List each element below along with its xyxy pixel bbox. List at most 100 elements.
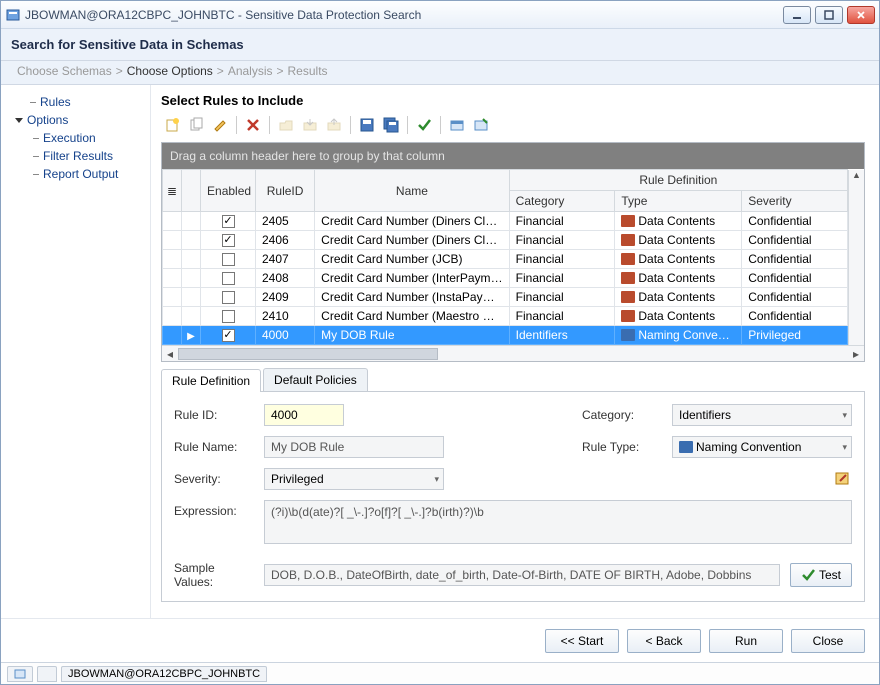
table-row[interactable]: 2408Credit Card Number (InterPayment)Fin…: [163, 269, 848, 288]
cell-type: Data Contents: [615, 212, 742, 231]
row-selector[interactable]: [163, 250, 182, 269]
table-row[interactable]: 2410Credit Card Number (Maestro Debit)Fi…: [163, 307, 848, 326]
row-selector[interactable]: [163, 231, 182, 250]
row-selector[interactable]: [163, 212, 182, 231]
data-contents-icon: [621, 234, 635, 246]
rulename-field[interactable]: [264, 436, 444, 458]
data-contents-icon: [621, 215, 635, 227]
refresh-icon[interactable]: [446, 114, 468, 136]
cell-name: My DOB Rule: [315, 326, 510, 345]
enabled-checkbox[interactable]: [222, 310, 235, 323]
data-contents-icon: [621, 291, 635, 303]
col-type[interactable]: Type: [615, 191, 742, 212]
window-title: JBOWMAN@ORA12CBPC_JOHNBTC - Sensitive Da…: [25, 8, 783, 22]
col-severity[interactable]: Severity: [742, 191, 848, 212]
group-by-hint[interactable]: Drag a column header here to group by th…: [162, 143, 864, 169]
severity-label: Severity:: [174, 472, 254, 486]
expression-label: Expression:: [174, 500, 254, 518]
naming-convention-icon: [621, 329, 635, 341]
col-group-rule-definition[interactable]: Rule Definition: [509, 170, 847, 191]
copy-icon[interactable]: [185, 114, 207, 136]
cell-ruleid: 2407: [255, 250, 314, 269]
breadcrumb-step-current[interactable]: Choose Options: [127, 64, 213, 78]
close-button[interactable]: [847, 6, 875, 24]
cell-type: Data Contents: [615, 250, 742, 269]
back-button[interactable]: < Back: [627, 629, 701, 653]
ruletype-select[interactable]: Naming Convention▾: [672, 436, 852, 458]
breadcrumb-step[interactable]: Choose Schemas: [17, 64, 112, 78]
data-contents-icon: [621, 253, 635, 265]
save-icon[interactable]: [356, 114, 378, 136]
sidebar-item-filter-results[interactable]: Filter Results: [5, 147, 146, 165]
import-icon[interactable]: [299, 114, 321, 136]
row-selector[interactable]: [163, 269, 182, 288]
vertical-scrollbar[interactable]: ▲: [848, 170, 864, 345]
sample-values-field[interactable]: [264, 564, 780, 586]
table-row[interactable]: 2407Credit Card Number (JCB)FinancialDat…: [163, 250, 848, 269]
section-heading: Select Rules to Include: [161, 93, 865, 108]
tab-rule-definition[interactable]: Rule Definition: [161, 369, 261, 392]
status-tab-connection[interactable]: JBOWMAN@ORA12CBPC_JOHNBTC: [61, 666, 267, 682]
severity-select[interactable]: Privileged▾: [264, 468, 444, 490]
status-tab-icon[interactable]: [7, 666, 33, 682]
save-all-icon[interactable]: [380, 114, 402, 136]
enabled-checkbox[interactable]: [222, 215, 235, 228]
status-tab-blank[interactable]: [37, 666, 57, 682]
table-row[interactable]: 2405Credit Card Number (Diners Club - ..…: [163, 212, 848, 231]
sidebar-item-options[interactable]: Options: [5, 111, 146, 129]
sidebar-item-rules[interactable]: Rules: [5, 93, 146, 111]
open-icon[interactable]: [275, 114, 297, 136]
start-button[interactable]: << Start: [545, 629, 619, 653]
col-ruleid[interactable]: RuleID: [255, 170, 314, 212]
test-button[interactable]: Test: [790, 563, 852, 587]
sidebar: Rules Options Execution Filter Results R…: [1, 85, 151, 618]
cell-severity: Confidential: [742, 269, 848, 288]
delete-icon[interactable]: [242, 114, 264, 136]
maximize-button[interactable]: [815, 6, 843, 24]
statusbar: JBOWMAN@ORA12CBPC_JOHNBTC: [1, 662, 879, 684]
sidebar-item-report-output[interactable]: Report Output: [5, 165, 146, 183]
enabled-checkbox[interactable]: [222, 329, 235, 342]
row-selector-header[interactable]: ≣: [163, 170, 182, 212]
col-enabled[interactable]: Enabled: [201, 170, 256, 212]
table-row[interactable]: 2409Credit Card Number (InstaPayment)Fin…: [163, 288, 848, 307]
header-strip: Search for Sensitive Data in Schemas: [1, 29, 879, 61]
table-row[interactable]: ▶4000My DOB RuleIdentifiersNaming Conven…: [163, 326, 848, 345]
breadcrumb-step[interactable]: Analysis: [228, 64, 273, 78]
enabled-checkbox[interactable]: [222, 291, 235, 304]
breadcrumb-step[interactable]: Results: [288, 64, 328, 78]
run-button[interactable]: Run: [709, 629, 783, 653]
check-all-icon[interactable]: [413, 114, 435, 136]
export-icon[interactable]: [323, 114, 345, 136]
col-category[interactable]: Category: [509, 191, 615, 212]
row-selector[interactable]: [163, 307, 182, 326]
category-select[interactable]: Identifiers▾: [672, 404, 852, 426]
row-indicator: [182, 231, 201, 250]
minimize-button[interactable]: [783, 6, 811, 24]
edit-icon[interactable]: [209, 114, 231, 136]
tab-default-policies[interactable]: Default Policies: [263, 368, 368, 391]
cell-ruleid: 2406: [255, 231, 314, 250]
grid-settings-icon[interactable]: [470, 114, 492, 136]
enabled-checkbox[interactable]: [222, 253, 235, 266]
horizontal-scrollbar[interactable]: ◂▸: [162, 345, 864, 361]
indicator-header[interactable]: [182, 170, 201, 212]
sidebar-item-execution[interactable]: Execution: [5, 129, 146, 147]
ruleid-field[interactable]: [264, 404, 344, 426]
close-wizard-button[interactable]: Close: [791, 629, 865, 653]
rulename-label: Rule Name:: [174, 440, 254, 454]
cell-ruleid: 2410: [255, 307, 314, 326]
table-row[interactable]: 2406Credit Card Number (Diners Club - ..…: [163, 231, 848, 250]
row-selector[interactable]: [163, 326, 182, 345]
enabled-checkbox[interactable]: [222, 234, 235, 247]
enabled-checkbox[interactable]: [222, 272, 235, 285]
expression-builder-icon[interactable]: [834, 470, 852, 488]
new-icon[interactable]: [161, 114, 183, 136]
expression-field[interactable]: [264, 500, 852, 544]
cell-severity: Confidential: [742, 250, 848, 269]
cell-severity: Confidential: [742, 212, 848, 231]
row-selector[interactable]: [163, 288, 182, 307]
detail-tabs: Rule Definition Default Policies: [161, 368, 865, 392]
cell-name: Credit Card Number (InterPayment): [315, 269, 510, 288]
col-name[interactable]: Name: [315, 170, 510, 212]
